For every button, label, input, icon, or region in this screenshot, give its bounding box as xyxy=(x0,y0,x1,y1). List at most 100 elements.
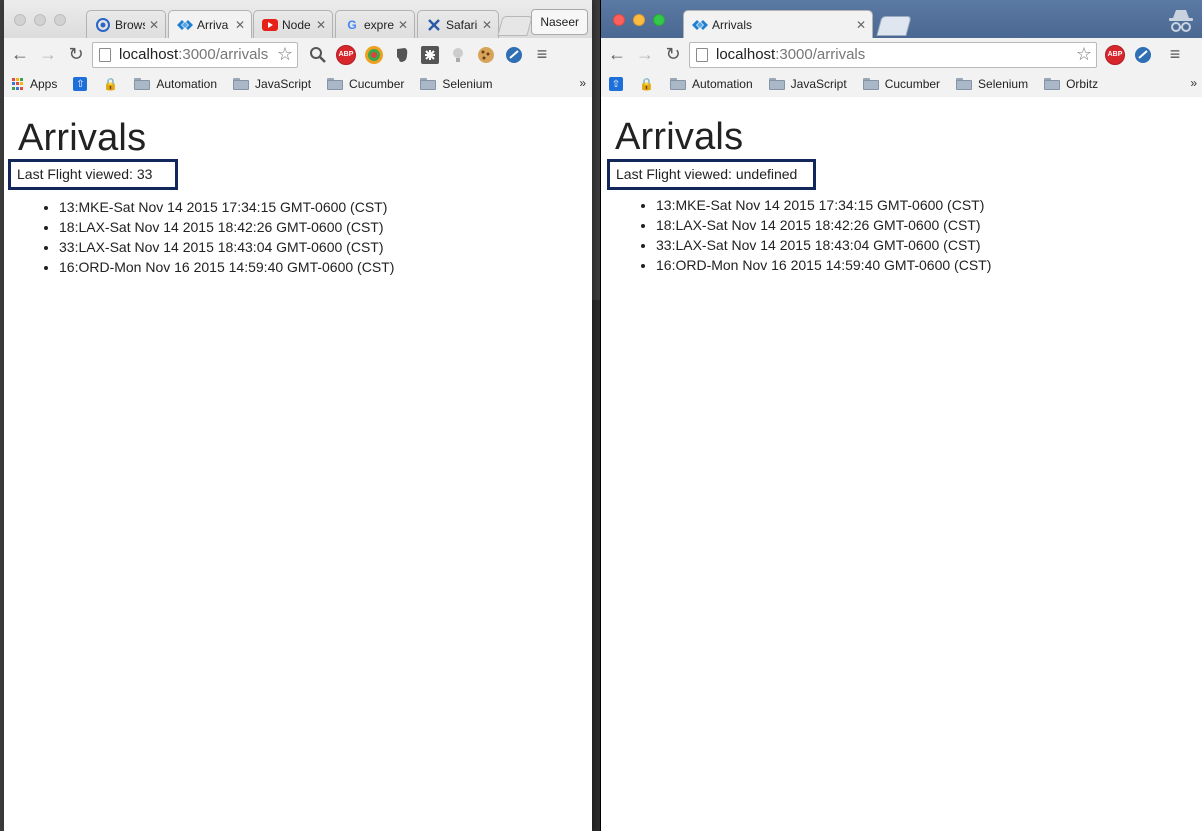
list-item: 33:LAX-Sat Nov 14 2015 18:43:04 GMT-0600… xyxy=(59,237,394,257)
folder-icon xyxy=(233,78,250,90)
minimize-window-button[interactable] xyxy=(633,14,645,26)
tab-node[interactable]: Node ✕ xyxy=(253,10,333,38)
tab-label: expre xyxy=(364,17,394,32)
page-icon xyxy=(696,47,708,62)
back-button[interactable]: ← xyxy=(603,41,631,69)
minimize-window-button[interactable] xyxy=(34,14,46,26)
page-title: Arrivals xyxy=(615,116,744,158)
address-bar[interactable]: localhost:3000/arrivals ☆ xyxy=(92,41,298,68)
bookmarks-bar: Apps ⇧ 🔒 Automation JavaScript Cucumber … xyxy=(4,71,592,98)
url-host: localhost xyxy=(119,46,179,63)
bookmark-folder-javascript[interactable]: JavaScript xyxy=(233,77,311,91)
list-item: 16:ORD-Mon Nov 16 2015 14:59:40 GMT-0600… xyxy=(656,255,991,275)
reload-button[interactable]: ↻ xyxy=(659,41,687,69)
bookmark-label: Selenium xyxy=(442,77,493,91)
zoom-window-button[interactable] xyxy=(54,14,66,26)
page-content: Arrivals Last Flight viewed: undefined 1… xyxy=(601,97,1202,831)
list-item: 18:LAX-Sat Nov 14 2015 18:42:26 GMT-0600… xyxy=(656,215,991,235)
tab-express[interactable]: G expre ✕ xyxy=(335,10,415,38)
folder-icon xyxy=(1044,78,1061,90)
new-tab-button[interactable] xyxy=(497,16,533,36)
tab-browser[interactable]: Brows ✕ xyxy=(86,10,166,38)
folder-icon xyxy=(420,78,437,90)
sync-extension-icon[interactable] xyxy=(1131,43,1155,67)
bookmark-label: Cucumber xyxy=(349,77,405,91)
tab-arrivals[interactable]: Arriva ✕ xyxy=(168,10,252,38)
folder-icon xyxy=(327,78,344,90)
bookmark-label: Apps xyxy=(30,77,58,91)
bookmark-folder-automation[interactable]: Automation xyxy=(134,77,217,91)
bookmark-home[interactable]: ⇧ xyxy=(73,77,88,91)
adblock-plus-icon[interactable]: ABP xyxy=(1103,43,1127,67)
search-icon[interactable] xyxy=(306,43,330,67)
chrome-menu-icon[interactable]: ≡ xyxy=(1163,43,1187,67)
bookmark-home[interactable]: ⇧ xyxy=(609,77,623,91)
bookmark-folder-javascript[interactable]: JavaScript xyxy=(768,77,847,91)
page-title: Arrivals xyxy=(18,117,147,159)
folder-icon xyxy=(956,78,973,90)
bookmark-apps[interactable]: Apps xyxy=(12,77,57,91)
close-tab-icon[interactable]: ✕ xyxy=(856,18,866,32)
lock-icon: 🔒 xyxy=(103,77,119,91)
bookmark-folder-orbitz[interactable]: Orbitz xyxy=(1044,77,1098,91)
cookie-icon[interactable] xyxy=(474,43,498,67)
forward-button[interactable]: → xyxy=(631,41,659,69)
new-tab-button[interactable] xyxy=(876,16,912,36)
lock-icon: 🔒 xyxy=(639,77,654,91)
window-controls xyxy=(613,14,665,26)
bookmark-folder-automation[interactable]: Automation xyxy=(669,77,753,91)
browser-toolbar: ← → ↻ localhost:3000/arrivals ☆ ABP ≡ xyxy=(601,38,1202,71)
close-tab-icon[interactable]: ✕ xyxy=(149,18,159,32)
browser-window-regular: Brows ✕ Arriva ✕ Node ✕ G expre ✕ Safari… xyxy=(4,0,592,831)
window-controls xyxy=(14,14,66,26)
color-picker-extension-icon[interactable] xyxy=(362,43,386,67)
bookmark-star-icon[interactable]: ☆ xyxy=(1076,44,1092,65)
chrome-icon xyxy=(95,17,111,33)
evernote-icon[interactable] xyxy=(390,43,414,67)
youtube-icon xyxy=(262,17,278,33)
tab-safari[interactable]: Safari ✕ xyxy=(417,10,499,38)
bookmark-lock[interactable]: 🔒 xyxy=(103,77,118,91)
chrome-menu-icon[interactable]: ≡ xyxy=(530,43,554,67)
bookmarks-bar: ⇧ 🔒 Automation JavaScript Cucumber Selen… xyxy=(601,71,1202,98)
bookmark-folder-cucumber[interactable]: Cucumber xyxy=(327,77,404,91)
reload-button[interactable]: ↻ xyxy=(62,41,90,69)
bookmark-label: Selenium xyxy=(978,77,1029,91)
bookmark-folder-selenium[interactable]: Selenium xyxy=(420,77,492,91)
zoom-window-button[interactable] xyxy=(653,14,665,26)
browser-window-incognito: Arrivals ✕ ← → ↻ localhost:3000/arrivals… xyxy=(600,0,1202,831)
google-icon: G xyxy=(347,17,357,32)
page-icon xyxy=(99,47,111,62)
address-bar[interactable]: localhost:3000/arrivals ☆ xyxy=(689,41,1097,68)
list-item: 16:ORD-Mon Nov 16 2015 14:59:40 GMT-0600… xyxy=(59,257,394,277)
puzzle-extension-icon[interactable] xyxy=(418,43,442,67)
close-window-button[interactable] xyxy=(14,14,26,26)
home-icon: ⇧ xyxy=(73,77,88,91)
list-item: 18:LAX-Sat Nov 14 2015 18:42:26 GMT-0600… xyxy=(59,217,394,237)
sync-extension-icon[interactable] xyxy=(502,43,526,67)
more-bookmarks-chevron[interactable]: » xyxy=(1190,76,1197,90)
close-tab-icon[interactable]: ✕ xyxy=(398,18,408,32)
bookmark-lock[interactable]: 🔒 xyxy=(639,77,654,91)
close-window-button[interactable] xyxy=(613,14,625,26)
list-item: 13:MKE-Sat Nov 14 2015 17:34:15 GMT-0600… xyxy=(59,197,394,217)
bookmark-star-icon[interactable]: ☆ xyxy=(277,44,293,65)
url-path: :3000/arrivals xyxy=(775,46,866,63)
more-bookmarks-chevron[interactable]: » xyxy=(579,76,586,90)
adblock-plus-icon[interactable]: ABP xyxy=(334,43,358,67)
close-tab-icon[interactable]: ✕ xyxy=(482,18,492,32)
lightbulb-icon[interactable] xyxy=(446,43,470,67)
folder-icon xyxy=(669,78,686,90)
apps-grid-icon xyxy=(12,78,24,90)
profile-button[interactable]: Naseer xyxy=(531,9,588,35)
back-button[interactable]: ← xyxy=(6,41,34,69)
tab-label: Brows xyxy=(115,17,145,32)
folder-icon xyxy=(862,78,879,90)
close-tab-icon[interactable]: ✕ xyxy=(316,18,326,32)
bookmark-folder-selenium[interactable]: Selenium xyxy=(956,77,1028,91)
close-tab-icon[interactable]: ✕ xyxy=(235,18,245,32)
app-logo-icon xyxy=(177,17,193,33)
tab-arrivals[interactable]: Arrivals ✕ xyxy=(683,10,873,38)
bookmark-folder-cucumber[interactable]: Cucumber xyxy=(862,77,940,91)
forward-button[interactable]: → xyxy=(34,41,62,69)
